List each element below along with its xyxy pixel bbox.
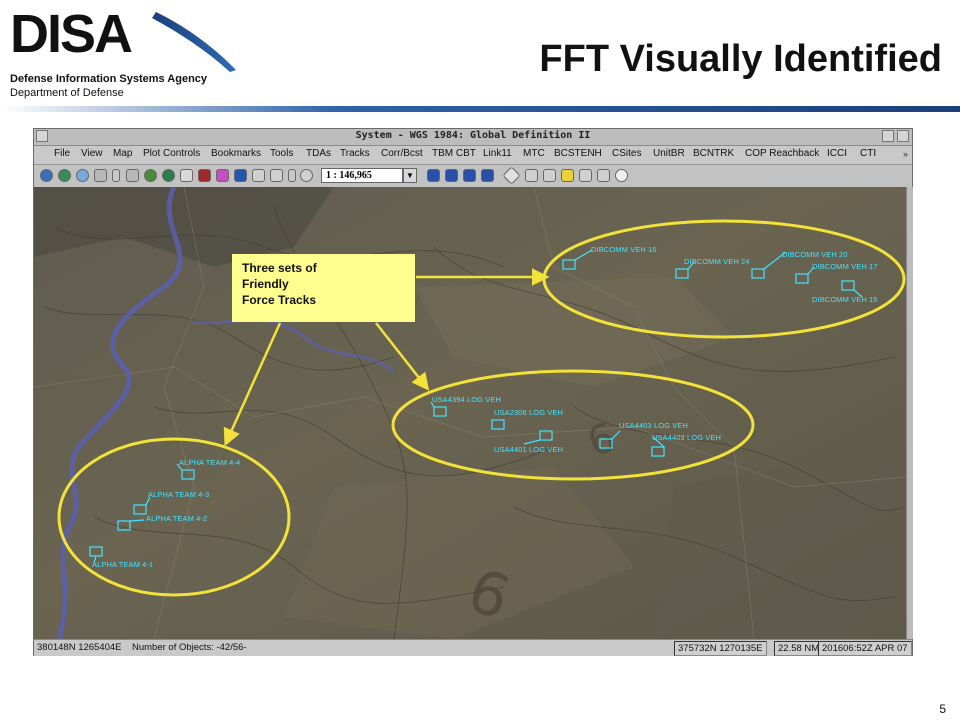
department-name: Department of Defense	[10, 87, 124, 99]
bullseye-icon[interactable]	[615, 169, 628, 182]
status-object-count: Number of Objects: -42/56-	[132, 642, 247, 653]
title-rule	[0, 106, 960, 112]
highlight-tool-icon[interactable]	[561, 169, 574, 182]
track-label: ALPHA TEAM 4-3	[148, 490, 210, 499]
track-label: USA4409 LOG VEH	[652, 433, 722, 442]
zoom-in-icon[interactable]	[94, 169, 107, 182]
map-graphics: 6 6	[34, 187, 906, 639]
track-label: DIBCOMM VEH 17	[812, 262, 878, 271]
menu-overflow-icon[interactable]: »	[903, 149, 908, 159]
disa-logo: DISA	[10, 4, 236, 72]
layers-icon[interactable]	[144, 169, 157, 182]
track-label: DIBCOMM VEH 20	[782, 250, 848, 259]
track-label: DIBCOMM VEH 16	[591, 245, 657, 254]
arrow-tool-icon[interactable]	[270, 169, 283, 182]
draw-line-icon[interactable]	[252, 169, 265, 182]
zoom-out-icon[interactable]	[126, 169, 139, 182]
menu-bookmarks[interactable]: Bookmarks	[211, 148, 261, 159]
pan-up-icon[interactable]	[463, 169, 476, 182]
edit-tool-icon[interactable]	[597, 169, 610, 182]
pan-left-icon[interactable]	[427, 169, 440, 182]
printer-icon[interactable]	[198, 169, 211, 182]
track-label: ALPHA TEAM 4-1	[92, 560, 154, 569]
callout-line: Three sets of	[242, 261, 317, 275]
track-label: DIBCOMM VEH 15	[812, 295, 878, 304]
status-cursor-coords: 375732N 1270135E	[674, 641, 767, 656]
globe-icon[interactable]	[40, 169, 53, 182]
dropdown-arrow-icon[interactable]	[112, 169, 120, 182]
menu-bcntrk[interactable]: BCNTRK	[693, 148, 734, 159]
menu-mtc[interactable]: MTC	[523, 148, 545, 159]
vertical-scrollbar[interactable]	[906, 187, 913, 639]
pan-right-icon[interactable]	[445, 169, 458, 182]
callout-box: Three sets of Friendly Force Tracks	[232, 254, 415, 322]
status-range: 22.58 NM	[774, 641, 824, 656]
menu-cti[interactable]: CTI	[860, 148, 876, 159]
track-label: DIBCOMM VEH 24	[684, 257, 750, 266]
map-canvas[interactable]: 6 6 DIBCOMM VEH 16 DIBCOMM VEH 24 DIBCOM…	[34, 187, 906, 639]
measure-tool-icon[interactable]	[543, 169, 556, 182]
menu-tdas[interactable]: TDAs	[306, 148, 331, 159]
color-select-icon[interactable]	[234, 169, 247, 182]
pan-down-icon[interactable]	[481, 169, 494, 182]
document-icon[interactable]	[180, 169, 193, 182]
menu-corr-bcst[interactable]: Corr/Bcst	[381, 148, 423, 159]
track-label: ALPHA TEAM 4-2	[146, 514, 208, 523]
maximize-button[interactable]	[897, 130, 909, 142]
menu-tools[interactable]: Tools	[270, 148, 293, 159]
pointer-tool-icon[interactable]	[579, 169, 592, 182]
menu-tracks[interactable]: Tracks	[340, 148, 370, 159]
center-target-icon[interactable]	[300, 169, 313, 182]
track-label: USA2306 LOG VEH	[494, 408, 564, 417]
logo-text: DISA	[10, 4, 132, 64]
menu-link11[interactable]: Link11	[483, 148, 512, 159]
status-bar: 380148N 1265404E Number of Objects: -42/…	[34, 639, 912, 656]
globe-green-icon[interactable]	[58, 169, 71, 182]
menu-bcstenh[interactable]: BCSTENH	[554, 148, 602, 159]
menu-icci[interactable]: ICCI	[827, 148, 847, 159]
menu-csites[interactable]: CSites	[612, 148, 641, 159]
callout-line: Force Tracks	[242, 293, 317, 307]
window-menu-button[interactable]	[36, 130, 48, 142]
track-label: ALPHA TEAM 4-4	[179, 458, 241, 467]
select-tool-icon[interactable]	[525, 169, 538, 182]
menu-view[interactable]: View	[81, 148, 103, 159]
app-window: System - WGS 1984: Global Definition II …	[33, 128, 913, 656]
diamond-tool-icon[interactable]	[502, 166, 521, 185]
scale-dropdown-icon[interactable]: ▼	[403, 168, 417, 183]
menu-cop-reachback[interactable]: COP Reachback	[745, 148, 819, 159]
minimize-button[interactable]	[882, 130, 894, 142]
menubar: File View Map Plot Controls Bookmarks To…	[34, 146, 912, 165]
page-number: 5	[939, 702, 946, 716]
track-label: USA4394 LOG VEH	[432, 395, 502, 404]
menu-plot-controls[interactable]: Plot Controls	[143, 148, 200, 159]
callout-line: Friendly	[242, 277, 289, 291]
track-label: USA4403 LOG VEH	[619, 421, 689, 430]
menu-tbm-cbt[interactable]: TBM CBT	[432, 148, 476, 159]
dropdown-arrow-2-icon[interactable]	[288, 169, 296, 182]
menu-map[interactable]: Map	[113, 148, 132, 159]
toolbar: 1 : 146,965 ▼	[34, 165, 912, 188]
scale-field[interactable]: 1 : 146,965	[321, 168, 403, 183]
window-titlebar: System - WGS 1984: Global Definition II	[34, 129, 912, 146]
menu-unitbr[interactable]: UnitBR	[653, 148, 685, 159]
page-title: FFT Visually Identified	[539, 38, 942, 80]
track-label: USA4401 LOG VEH	[494, 445, 564, 454]
globe-light-icon[interactable]	[76, 169, 89, 182]
status-position: 380148N 1265404E	[37, 642, 122, 653]
agency-name: Defense Information Systems Agency	[10, 73, 208, 85]
window-title: System - WGS 1984: Global Definition II	[355, 130, 591, 141]
menu-file[interactable]: File	[54, 148, 70, 159]
palette-icon[interactable]	[216, 169, 229, 182]
status-time: 201606:52Z APR 07	[818, 641, 912, 656]
overlay-icon[interactable]	[162, 169, 175, 182]
